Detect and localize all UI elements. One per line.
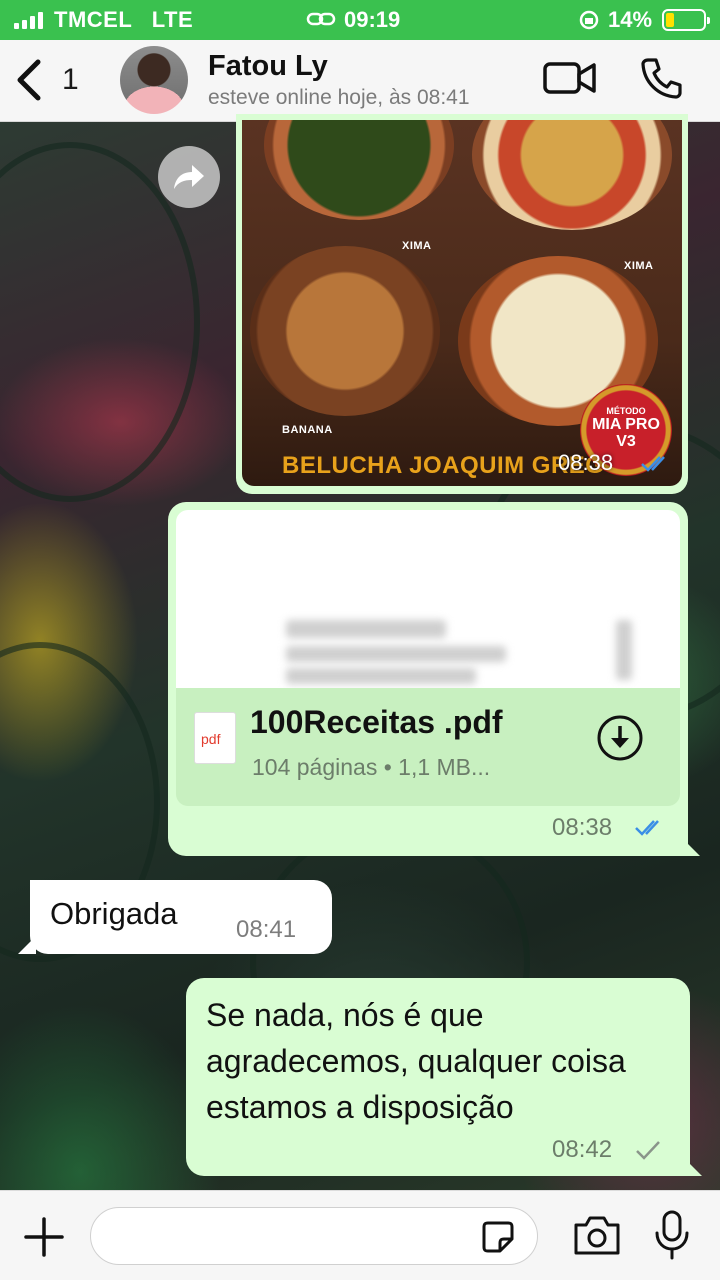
link-icon (306, 12, 336, 26)
attach-button[interactable] (22, 1215, 66, 1259)
file-meta: 104 páginas • 1,1 MB... (252, 754, 491, 780)
message-text: Se nada, nós é que agradecemos, qualquer… (206, 997, 626, 1125)
chat-header: 1 Fatou Ly esteve online hoje, às 08:41 (0, 40, 720, 122)
food-image[interactable]: XIMA XIMA BANANA BELUCHA JOAQUIM GREG MÉ… (242, 120, 682, 486)
dish-label: BANANA (282, 424, 333, 436)
file-name: 100Receitas .pdf (250, 704, 503, 740)
camera-button[interactable] (572, 1213, 622, 1257)
avatar[interactable] (120, 46, 188, 114)
clock: 09:19 (344, 7, 401, 32)
message-time: 08:42 (552, 1136, 613, 1163)
message-text: Obrigada (50, 896, 178, 931)
unread-count: 1 (62, 63, 79, 96)
forward-button[interactable] (158, 146, 220, 208)
delivered-tick-icon (636, 1141, 660, 1160)
rotation-lock-icon (579, 10, 599, 30)
incoming-message[interactable]: Obrigada 08:41 (18, 880, 332, 954)
contact-name[interactable]: Fatou Ly (208, 50, 328, 83)
sticker-button[interactable] (480, 1219, 516, 1255)
image-caption: BELUCHA JOAQUIM GREG (282, 452, 605, 479)
outgoing-message[interactable]: Se nada, nós é que agradecemos, qualquer… (186, 978, 702, 1176)
document-preview[interactable] (176, 510, 680, 688)
microphone-button[interactable] (652, 1209, 692, 1261)
chevron-left-icon (17, 59, 41, 101)
message-time: 08:38 (558, 450, 614, 475)
forward-icon (174, 165, 204, 189)
document-info[interactable]: pdf 100Receitas .pdf 104 páginas • 1,1 M… (176, 688, 680, 806)
dish-label: XIMA (624, 260, 654, 272)
battery-icon (662, 9, 710, 31)
pdf-file-icon: pdf (194, 712, 236, 764)
video-call-button[interactable] (542, 58, 598, 98)
download-button[interactable] (596, 714, 644, 762)
message-time: 08:38 (552, 814, 613, 841)
message-input[interactable] (90, 1207, 538, 1265)
message-time: 08:41 (236, 916, 297, 943)
back-button[interactable]: 1 (12, 54, 92, 106)
status-bar: TMCEL LTE 09:19 14% (0, 0, 720, 40)
carrier-label: TMCEL LTE (54, 7, 194, 32)
signal-strength-icon (14, 11, 43, 29)
document-message[interactable]: pdf 100Receitas .pdf 104 páginas • 1,1 M… (168, 502, 700, 856)
battery-percent: 14% (608, 7, 653, 32)
read-ticks-icon (635, 820, 659, 836)
image-message[interactable]: XIMA XIMA BANANA BELUCHA JOAQUIM GREG MÉ… (236, 114, 688, 494)
contact-status: esteve online hoje, às 08:41 (208, 86, 470, 109)
voice-call-button[interactable] (638, 54, 686, 102)
dish-label: XIMA (402, 240, 432, 252)
message-input-bar (0, 1190, 720, 1280)
read-ticks-icon (641, 456, 665, 472)
